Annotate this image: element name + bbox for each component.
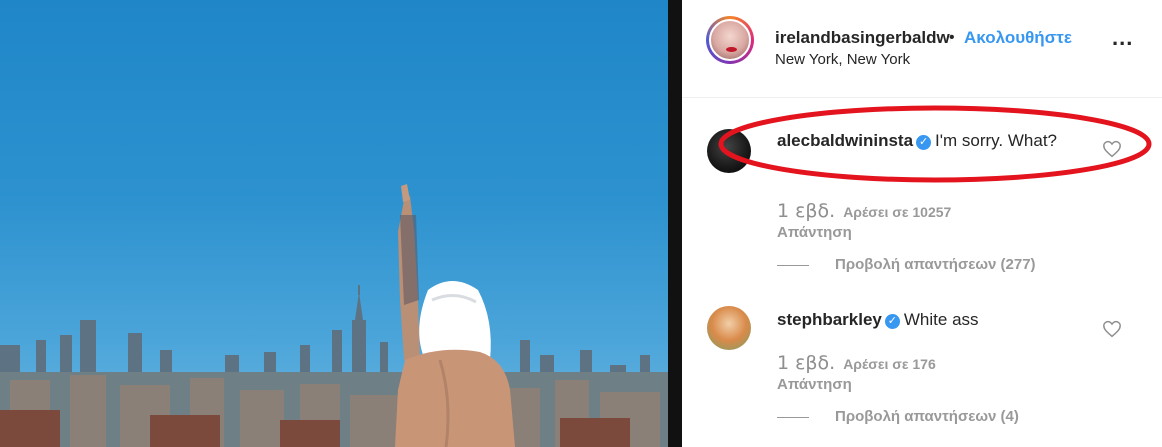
comment-likes[interactable]: Αρέσει σε 10257 (843, 204, 951, 220)
view-replies-button[interactable]: Προβολή απαντήσεων (4) (777, 408, 1019, 425)
photo-divider (668, 0, 682, 447)
commenter-username[interactable]: stephbarkley (777, 310, 882, 329)
comment-age[interactable]: 1 εβδ. (777, 352, 835, 374)
commenter-username[interactable]: alecbaldwininsta (777, 131, 913, 150)
verified-badge-icon: ✓ (916, 135, 932, 150)
view-replies-label: Προβολή απαντήσεων (4) (835, 408, 1019, 425)
commenter-avatar[interactable] (707, 129, 751, 173)
replies-divider-line (777, 264, 809, 266)
reply-button[interactable]: Απάντηση (777, 224, 852, 241)
verified-badge-icon: ✓ (884, 314, 900, 329)
comment-meta: 1 εβδ. Αρέσει σε 176 (777, 352, 936, 374)
comments-panel: irelandbasingerbaldwin • Ακολουθήστε New… (682, 0, 1162, 447)
author-avatar-image (709, 19, 751, 61)
more-options-icon[interactable]: ... (1112, 27, 1133, 49)
reply-button[interactable]: Απάντηση (777, 376, 852, 393)
like-heart-icon[interactable] (1102, 140, 1122, 158)
comment-text-block: stephbarkley ✓ White ass (777, 307, 1077, 333)
comment-body: White ass (903, 310, 979, 329)
author-avatar[interactable] (706, 16, 754, 64)
comment-meta: 1 εβδ. Αρέσει σε 10257 (777, 200, 951, 222)
view-replies-label: Προβολή απαντήσεων (277) (835, 256, 1036, 273)
comment-text-block: alecbaldwininsta ✓ I'm sorry. What? (777, 128, 1077, 154)
city-skyline-image (0, 184, 668, 447)
comment-body: I'm sorry. What? (935, 131, 1057, 150)
comment-age[interactable]: 1 εβδ. (777, 200, 835, 222)
post-location[interactable]: New York, New York (775, 51, 910, 68)
commenter-avatar[interactable] (707, 306, 751, 350)
comment-likes[interactable]: Αρέσει σε 176 (843, 356, 936, 372)
post-header: irelandbasingerbaldwin • Ακολουθήστε New… (682, 0, 1162, 98)
author-username[interactable]: irelandbasingerbaldwin (775, 28, 951, 48)
view-replies-button[interactable]: Προβολή απαντήσεων (277) (777, 256, 1036, 273)
post-photo[interactable] (0, 0, 668, 447)
replies-divider-line (777, 416, 809, 418)
separator-dot: • (949, 29, 955, 46)
follow-button[interactable]: Ακολουθήστε (964, 28, 1072, 48)
like-heart-icon[interactable] (1102, 320, 1122, 338)
